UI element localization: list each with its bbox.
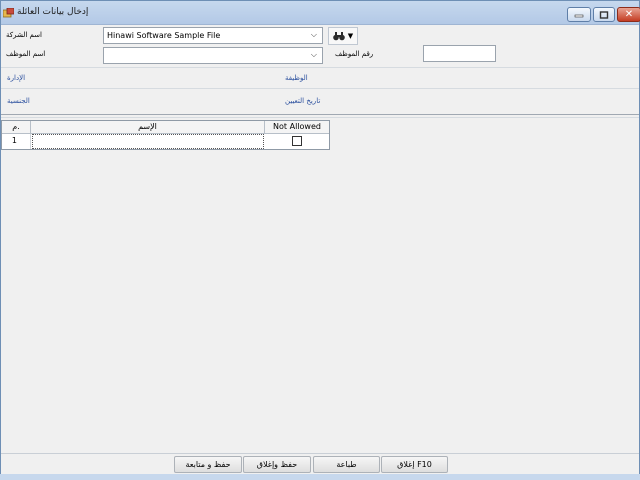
employee-name-label: اسم الموظف (6, 50, 46, 58)
close-window-button[interactable]: ✕ (617, 7, 640, 22)
print-button[interactable]: طباعة (313, 456, 380, 473)
save-continue-button[interactable]: حفظ و متابعة (174, 456, 242, 473)
column-header-index[interactable]: م. (2, 121, 31, 134)
row-not-allowed-cell[interactable] (265, 134, 329, 149)
row-index-cell: 1 (2, 134, 31, 149)
company-combo[interactable]: Hinawi Software Sample File ⌵ (103, 27, 323, 44)
employee-number-input[interactable] (423, 45, 496, 62)
chevron-down-icon: ⌵ (310, 50, 317, 59)
dropdown-arrow-icon: ▼ (347, 32, 354, 40)
company-value: Hinawi Software Sample File (107, 31, 221, 40)
close-button[interactable]: F10 إغلاق (381, 456, 448, 473)
minimize-icon (574, 14, 584, 17)
employee-number-label: رقم الموظف (335, 50, 374, 58)
department-label: الإدارة (7, 74, 26, 82)
save-close-button[interactable]: حفظ وإغلاق (243, 456, 311, 473)
close-icon: ✕ (624, 9, 634, 20)
family-grid[interactable]: م. الإسم Not Allowed 1 (1, 120, 330, 150)
employee-name-combo[interactable]: ⌵ (103, 47, 323, 64)
window-title: إدخال بيانات العائلة (17, 7, 89, 17)
window: إدخال بيانات العائلة ✕ اسم الشركة Hinawi… (0, 0, 640, 480)
separator (1, 88, 639, 89)
app-icon (3, 8, 14, 18)
search-employee-button[interactable]: ▼ (328, 27, 358, 45)
binoculars-icon (332, 32, 345, 41)
titlebar: إدخال بيانات العائلة ✕ (1, 1, 640, 25)
not-allowed-checkbox[interactable] (292, 136, 302, 146)
separator (1, 67, 639, 68)
column-header-name[interactable]: الإسم (31, 121, 265, 134)
hire-date-label: تاريخ التعيين (285, 97, 321, 105)
minimize-button[interactable] (567, 7, 591, 22)
chevron-down-icon: ⌵ (310, 30, 317, 39)
row-name-cell[interactable] (32, 134, 264, 149)
separator (1, 117, 639, 118)
column-header-not-allowed[interactable]: Not Allowed (265, 121, 329, 134)
company-label: اسم الشركة (6, 31, 42, 39)
nationality-label: الجنسية (7, 97, 30, 105)
separator (1, 114, 639, 115)
job-label: الوظيفة (285, 74, 308, 82)
maximize-icon (599, 10, 609, 19)
maximize-button[interactable] (593, 7, 615, 22)
window-bottom-border (0, 474, 640, 480)
